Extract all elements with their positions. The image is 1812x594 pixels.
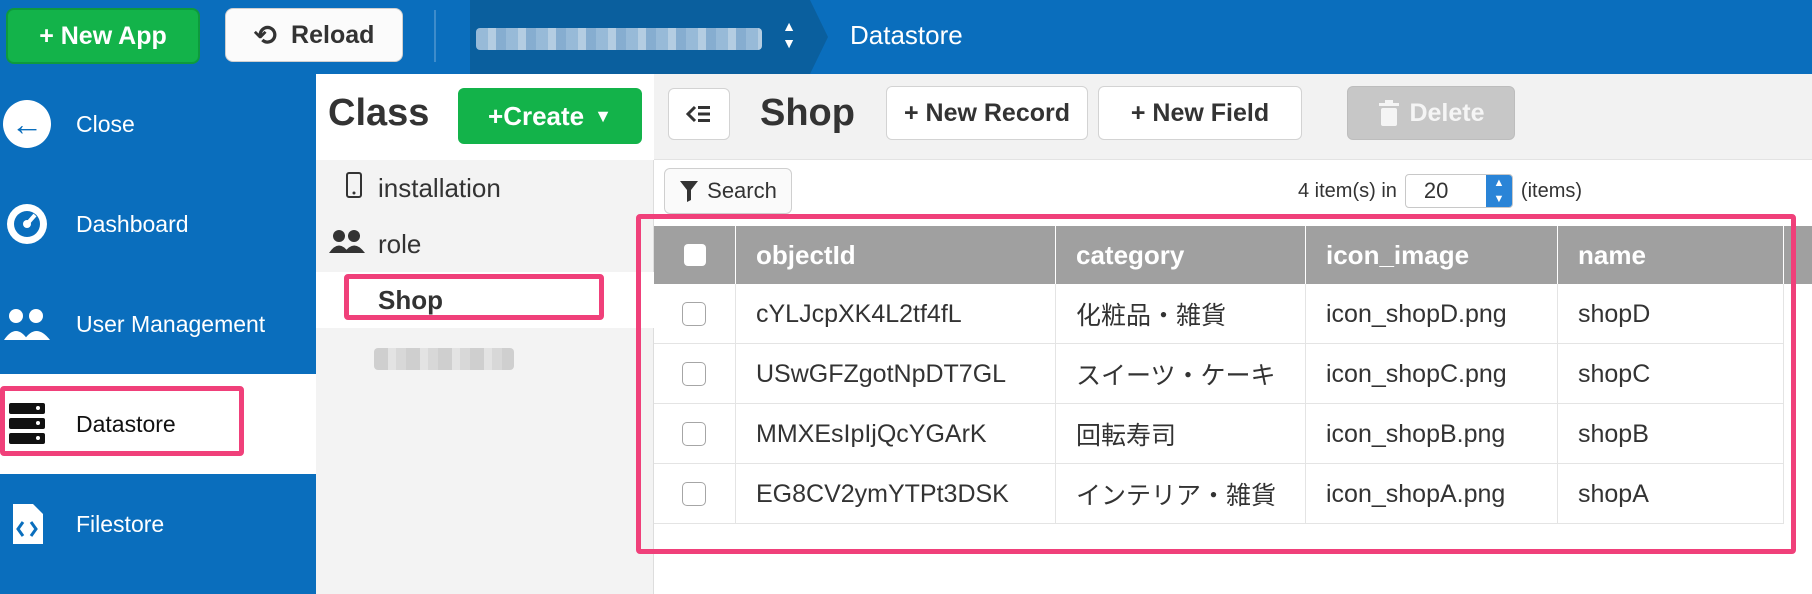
column-header-objectid[interactable]: objectId [736, 226, 1056, 284]
gauge-icon [2, 199, 52, 249]
class-item-label: installation [378, 172, 501, 203]
new-record-button[interactable]: + New Record [886, 86, 1088, 140]
cell-category[interactable]: スイーツ・ケーキ [1056, 344, 1306, 404]
cell-name[interactable]: shopB [1558, 404, 1784, 464]
database-icon [2, 399, 52, 449]
cell-category[interactable]: インテリア・雑貨 [1056, 464, 1306, 524]
items-count-text: 4 item(s) in [1298, 179, 1397, 202]
mobile-icon [346, 172, 362, 204]
new-field-label: + New Field [1130, 98, 1270, 127]
column-header-category[interactable]: category [1056, 226, 1306, 284]
column-header-name[interactable]: name [1558, 226, 1784, 284]
cell-icon-image[interactable]: icon_shopA.png [1306, 464, 1558, 524]
cell-icon-image[interactable]: icon_shopB.png [1306, 404, 1558, 464]
cell-name[interactable]: shopA [1558, 464, 1784, 524]
table-row[interactable]: EG8CV2ymYTPt3DSK インテリア・雑貨 icon_shopA.png… [654, 464, 1784, 524]
filter-icon [680, 181, 699, 202]
class-panel-header: Class +Create ▼ [316, 74, 654, 160]
table-row[interactable]: cYLJcpXK4L2tf4fL 化粧品・雑貨 icon_shopD.png s… [654, 284, 1784, 344]
class-item-label: role [378, 228, 422, 259]
cell-icon-image[interactable]: icon_shopD.png [1306, 284, 1558, 344]
cell-category[interactable]: 化粧品・雑貨 [1056, 284, 1306, 344]
create-class-button[interactable]: +Create ▼ [458, 88, 642, 144]
main-content: Shop + New Record + New Field Delete Sea… [654, 74, 1812, 594]
cell-name[interactable]: shopC [1558, 344, 1784, 404]
search-button[interactable]: Search [664, 168, 792, 214]
search-label: Search [707, 178, 777, 203]
create-class-label: +Create [488, 100, 585, 131]
row-checkbox[interactable] [682, 482, 706, 506]
select-all-checkbox[interactable] [684, 244, 706, 266]
nav-item-label: Datastore [76, 410, 176, 437]
nav-item-label: Dashboard [76, 210, 189, 237]
class-item-installation[interactable]: installation [316, 160, 654, 216]
topbar-divider [434, 10, 436, 62]
cell-objectid[interactable]: MMXEsIpIjQcYGArK [736, 404, 1056, 464]
users-icon [328, 228, 366, 260]
users-icon [2, 299, 52, 349]
cell-icon-image[interactable]: icon_shopC.png [1306, 344, 1558, 404]
per-page-select[interactable]: 20 ▲ ▼ [1404, 174, 1513, 208]
nav-item-filestore[interactable]: Filestore [0, 474, 316, 574]
app-name-blurred [476, 28, 762, 50]
select-all-cell [654, 226, 736, 284]
file-code-icon [2, 499, 52, 549]
top-bar: + New App ⟲ Reload ▲ ▼ Datastore [0, 0, 1812, 74]
new-app-button[interactable]: + New App [6, 8, 200, 64]
class-item-blurred[interactable] [374, 348, 514, 370]
class-item-label: Shop [378, 284, 443, 315]
row-select-cell [654, 284, 736, 344]
nav-item-label: Filestore [76, 510, 165, 537]
nav-item-label: User Management [76, 310, 266, 337]
reload-label: Reload [291, 20, 375, 49]
caret-down-icon: ▼ [594, 105, 612, 126]
reload-button[interactable]: ⟲ Reload [225, 8, 403, 62]
new-field-button[interactable]: + New Field [1098, 86, 1302, 140]
breadcrumb-current: Datastore [850, 20, 963, 50]
page-title: Shop [760, 92, 855, 134]
arrow-left-circle-icon: ← [2, 99, 52, 149]
cell-objectid[interactable]: USwGFZgotNpDT7GL [736, 344, 1056, 404]
row-checkbox[interactable] [682, 362, 706, 386]
row-checkbox[interactable] [682, 302, 706, 326]
left-nav: ← Close Dashboard User Management Datast… [0, 74, 316, 594]
class-panel: Class +Create ▼ installation role Shop [316, 74, 654, 594]
row-select-cell [654, 344, 736, 404]
row-checkbox[interactable] [682, 422, 706, 446]
items-suffix: (items) [1520, 179, 1583, 202]
row-select-cell [654, 404, 736, 464]
class-item-role[interactable]: role [316, 216, 654, 272]
new-record-label: + New Record [903, 98, 1071, 127]
nav-item-datastore[interactable]: Datastore [0, 374, 316, 474]
table-row[interactable]: MMXEsIpIjQcYGArK 回転寿司 icon_shopB.png sho… [654, 404, 1784, 464]
cell-name[interactable]: shopD [1558, 284, 1784, 344]
cell-category[interactable]: 回転寿司 [1056, 404, 1306, 464]
nav-item-close[interactable]: ← Close [0, 74, 316, 174]
delete-button[interactable]: Delete [1347, 86, 1515, 140]
trash-icon [1379, 100, 1400, 126]
breadcrumb-arrow [810, 0, 828, 74]
class-panel-title: Class [328, 92, 430, 134]
column-header-icon-image[interactable]: icon_image [1306, 226, 1558, 284]
nav-item-label: Close [76, 110, 135, 137]
nav-item-dashboard[interactable]: Dashboard [0, 174, 316, 274]
pagination-info: 4 item(s) in 20 ▲ ▼ (items) [1298, 174, 1582, 208]
collapse-left-icon [686, 105, 710, 123]
toolbar: Shop + New Record + New Field Delete [654, 74, 1812, 160]
app-selector-stepper-icon[interactable]: ▲ ▼ [778, 18, 800, 56]
cell-objectid[interactable]: cYLJcpXK4L2tf4fL [736, 284, 1056, 344]
delete-label: Delete [1409, 98, 1485, 127]
new-app-label: + New App [39, 21, 167, 50]
table-header: objectId category icon_image name [654, 226, 1812, 284]
per-page-value: 20 [1423, 178, 1449, 203]
nav-item-user-management[interactable]: User Management [0, 274, 316, 374]
row-select-cell [654, 464, 736, 524]
reload-icon: ⟲ [253, 19, 278, 51]
stepper-icon: ▲ ▼ [1485, 175, 1512, 207]
class-item-shop[interactable]: Shop [316, 272, 654, 328]
collapse-panel-button[interactable] [668, 88, 730, 140]
table-row[interactable]: USwGFZgotNpDT7GL スイーツ・ケーキ icon_shopC.png… [654, 344, 1784, 404]
cell-objectid[interactable]: EG8CV2ymYTPt3DSK [736, 464, 1056, 524]
